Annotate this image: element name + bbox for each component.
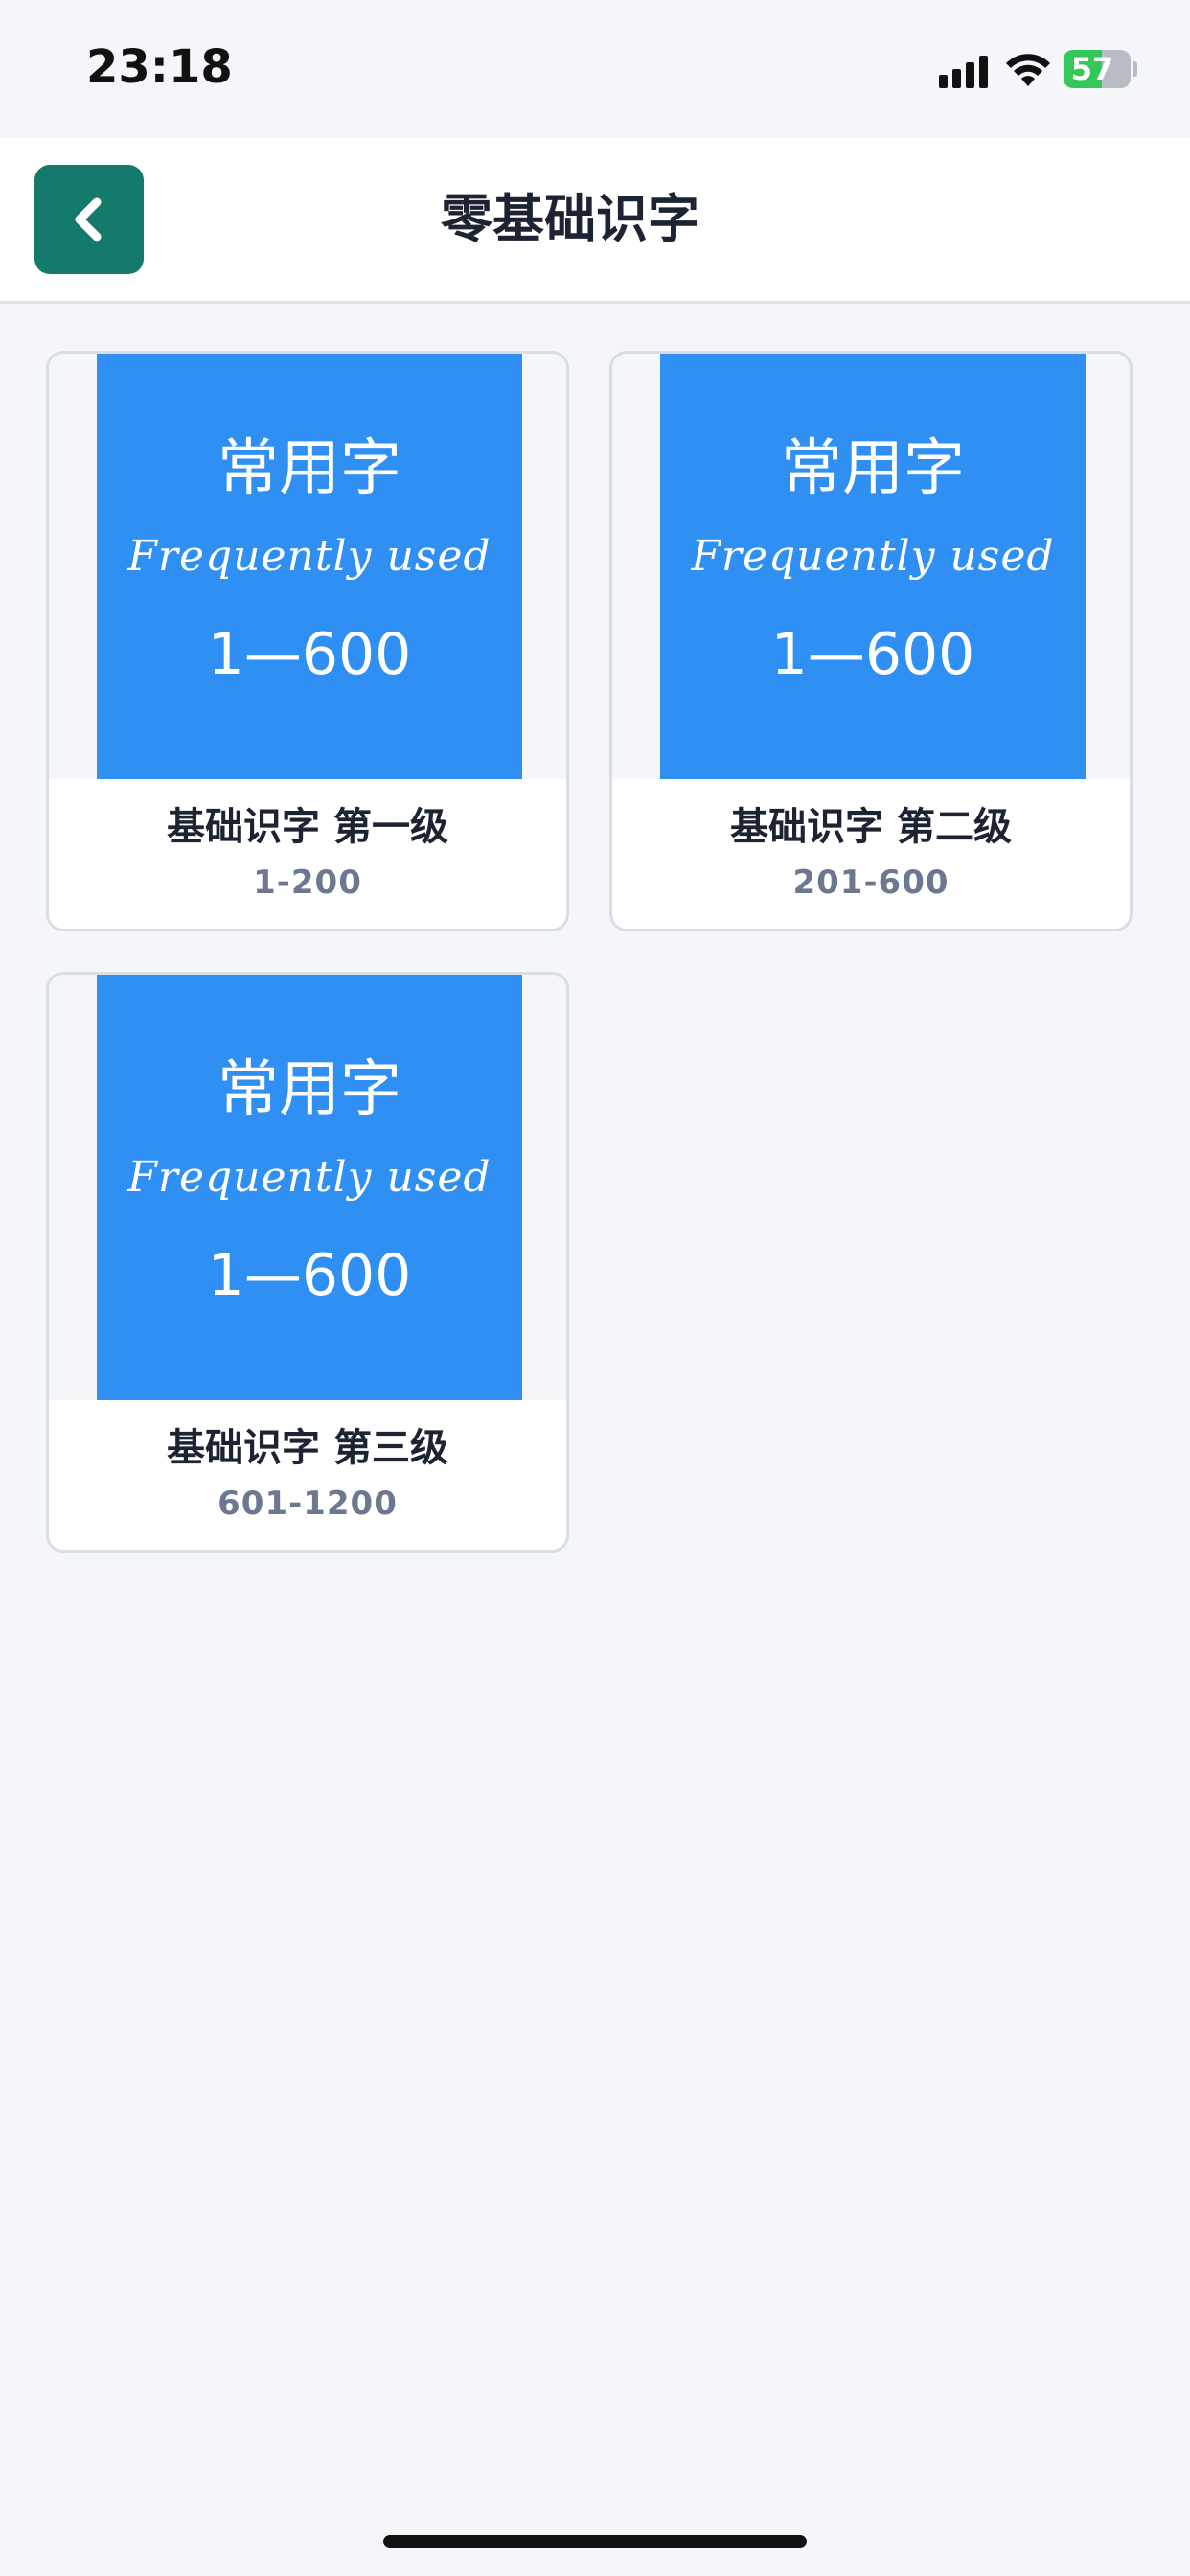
card-range: 201-600 — [792, 863, 950, 902]
chevron-left-icon — [75, 197, 102, 242]
battery-level: 57 — [1070, 51, 1114, 87]
card-cover-image: 常用字 Frequently used 1—600 — [97, 354, 522, 779]
card-range: 1-200 — [253, 863, 362, 902]
home-indicator[interactable] — [383, 2535, 807, 2548]
card-cover-image: 常用字 Frequently used 1—600 — [660, 354, 1086, 779]
battery-icon: 57 — [1064, 50, 1131, 88]
cover-title: 常用字 — [217, 1054, 401, 1125]
card-title: 基础识字 第一级 — [167, 805, 448, 849]
back-button[interactable] — [34, 165, 144, 274]
cover-title: 常用字 — [217, 433, 401, 504]
cover-title: 常用字 — [781, 433, 965, 504]
cover-range: 1—600 — [207, 1242, 412, 1309]
card-title: 基础识字 第二级 — [730, 805, 1012, 849]
card-title: 基础识字 第三级 — [167, 1426, 448, 1470]
card-range: 601-1200 — [217, 1484, 398, 1523]
level-card-2[interactable]: 常用字 Frequently used 1—600 基础识字 第二级 201-6… — [609, 351, 1133, 932]
cover-range: 1—600 — [207, 621, 412, 688]
cover-subtitle: Frequently used — [691, 532, 1055, 581]
cover-subtitle: Frequently used — [127, 532, 492, 581]
card-image-area: 常用字 Frequently used 1—600 — [49, 354, 566, 779]
wifi-icon — [1006, 54, 1050, 86]
nav-bar: 零基础识字 — [0, 138, 1190, 304]
card-image-area: 常用字 Frequently used 1—600 — [612, 354, 1130, 779]
level-card-1[interactable]: 常用字 Frequently used 1—600 基础识字 第一级 1-200 — [46, 351, 569, 932]
battery-cap — [1133, 61, 1137, 77]
status-time: 23:18 — [86, 40, 233, 94]
level-card-3[interactable]: 常用字 Frequently used 1—600 基础识字 第三级 601-1… — [46, 972, 569, 1552]
cover-subtitle: Frequently used — [127, 1153, 492, 1202]
card-cover-image: 常用字 Frequently used 1—600 — [97, 975, 522, 1400]
card-image-area: 常用字 Frequently used 1—600 — [49, 975, 566, 1400]
page-title: 零基础识字 — [441, 189, 699, 249]
signal-bars-icon — [939, 54, 989, 88]
cover-range: 1—600 — [770, 621, 975, 688]
status-bar: 23:18 57 — [0, 0, 1190, 138]
